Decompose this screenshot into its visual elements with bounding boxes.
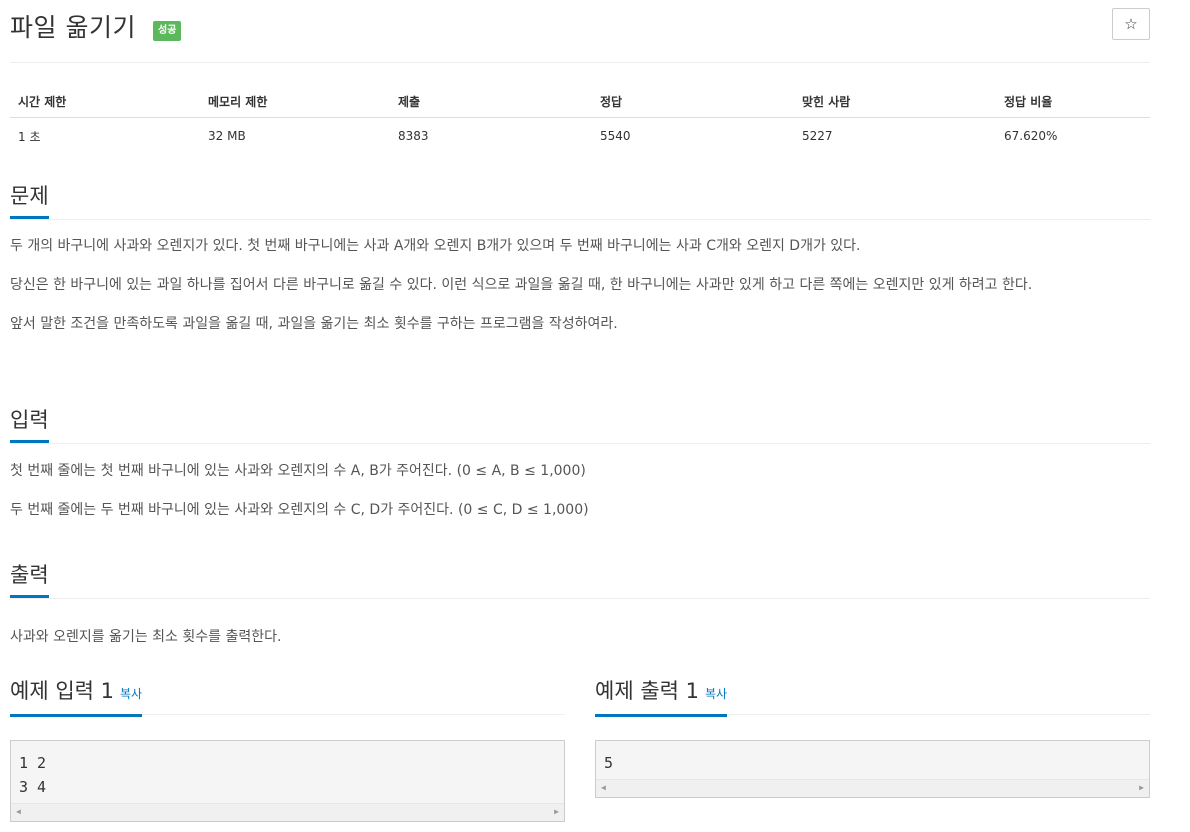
copy-input-button[interactable]: 복사 [120, 687, 142, 701]
status-badge: 성공 [153, 21, 182, 41]
scroll-left-icon[interactable]: ◀ [16, 807, 21, 816]
section-description-title: 문제 [10, 183, 49, 219]
sample-output-content: 5 [604, 754, 614, 772]
value-accept-rate: 67.620% [1004, 129, 1058, 143]
input-paragraph: 두 번째 줄에는 두 번째 바구니에 있는 사과와 오렌지의 수 C, D가 주… [10, 502, 589, 518]
section-output-title: 출력 [10, 562, 49, 598]
header-submissions: 제출 [390, 85, 592, 118]
sample-input-scrollbar[interactable]: ◀ ▶ [11, 803, 564, 821]
sample-input-title: 예제 입력 1 복사 [10, 678, 143, 717]
section-input-title: 입력 [10, 407, 49, 443]
output-body: 사과와 오렌지를 옮기는 최소 횟수를 출력한다. [10, 599, 1150, 653]
section-input-head: 입력 [10, 407, 1150, 444]
info-value-row: 1 초 32 MB 8383 5540 5227 67.620% [10, 118, 1150, 155]
description-body: 두 개의 바구니에 사과와 오렌지가 있다. 첫 번째 바구니에는 사과 A개와… [10, 220, 1150, 340]
sample-output-title: 예제 출력 1 복사 [595, 678, 728, 717]
input-body: 첫 번째 줄에는 첫 번째 바구니에 있는 사과와 오렌지의 수 A, B가 주… [10, 444, 1150, 526]
sample-output-scrollbar[interactable]: ◀ ▶ [596, 779, 1149, 797]
value-memory-limit: 32 MB [208, 129, 246, 143]
copy-output-button[interactable]: 복사 [705, 687, 727, 701]
sample-input-head: 예제 입력 1 복사 [10, 678, 565, 717]
description-paragraph: 앞서 말한 조건을 만족하도록 과일을 옮길 때, 과일을 옮기는 최소 횟수를… [10, 316, 618, 332]
sample-input-box[interactable]: 1 2 3 4 ◀ ▶ [10, 740, 565, 822]
scroll-left-icon[interactable]: ◀ [601, 783, 606, 792]
value-accepted: 5540 [600, 129, 631, 143]
problem-info-table: 시간 제한 메모리 제한 제출 정답 맞힌 사람 정답 비율 1 초 32 MB… [10, 85, 1150, 154]
header-solved-users: 맞힌 사람 [794, 85, 996, 118]
section-output-head: 출력 [10, 562, 1150, 599]
sample-input-content: 1 2 3 4 [19, 754, 47, 796]
header-accept-rate: 정답 비율 [996, 85, 1150, 118]
header-memory-limit: 메모리 제한 [200, 85, 390, 118]
value-submissions: 8383 [398, 129, 429, 143]
sample-output-box[interactable]: 5 ◀ ▶ [595, 740, 1150, 798]
sample-input-heading: 예제 입력 1 [10, 679, 114, 703]
scroll-right-icon[interactable]: ▶ [1139, 783, 1144, 792]
value-solved-users: 5227 [802, 129, 833, 143]
star-icon: ☆ [1124, 15, 1138, 33]
section-description-head: 문제 [10, 183, 1150, 220]
section-description: 문제 두 개의 바구니에 사과와 오렌지가 있다. 첫 번째 바구니에는 사과 … [10, 183, 1150, 340]
problem-page: 파일 옮기기 성공 ☆ 시간 제한 메모리 제한 제출 정답 맞힌 사람 정답 … [10, 0, 1150, 822]
scroll-right-icon[interactable]: ▶ [554, 807, 559, 816]
sample-output-heading: 예제 출력 1 [595, 679, 699, 703]
value-time-limit: 1 초 [18, 129, 41, 144]
header-accepted: 정답 [592, 85, 794, 118]
sample-output-block: 예제 출력 1 복사 5 ◀ ▶ [595, 678, 1150, 798]
sample-input-block: 예제 입력 1 복사 1 2 3 4 ◀ ▶ [10, 678, 565, 822]
sample-output-head: 예제 출력 1 복사 [595, 678, 1150, 717]
section-output: 출력 사과와 오렌지를 옮기는 최소 횟수를 출력한다. [10, 562, 1150, 653]
section-input: 입력 첫 번째 줄에는 첫 번째 바구니에 있는 사과와 오렌지의 수 A, B… [10, 407, 1150, 526]
page-title: 파일 옮기기 [10, 13, 136, 42]
description-paragraph: 두 개의 바구니에 사과와 오렌지가 있다. 첫 번째 바구니에는 사과 A개와… [10, 238, 861, 254]
description-paragraph: 당신은 한 바구니에 있는 과일 하나를 집어서 다른 바구니로 옮길 수 있다… [10, 277, 1033, 293]
header-time-limit: 시간 제한 [10, 85, 200, 118]
output-paragraph: 사과와 오렌지를 옮기는 최소 횟수를 출력한다. [10, 629, 282, 645]
favorite-button[interactable]: ☆ [1112, 8, 1150, 40]
input-paragraph: 첫 번째 줄에는 첫 번째 바구니에 있는 사과와 오렌지의 수 A, B가 주… [10, 463, 586, 479]
title-row: 파일 옮기기 성공 ☆ [10, 0, 1150, 63]
info-header-row: 시간 제한 메모리 제한 제출 정답 맞힌 사람 정답 비율 [10, 85, 1150, 118]
